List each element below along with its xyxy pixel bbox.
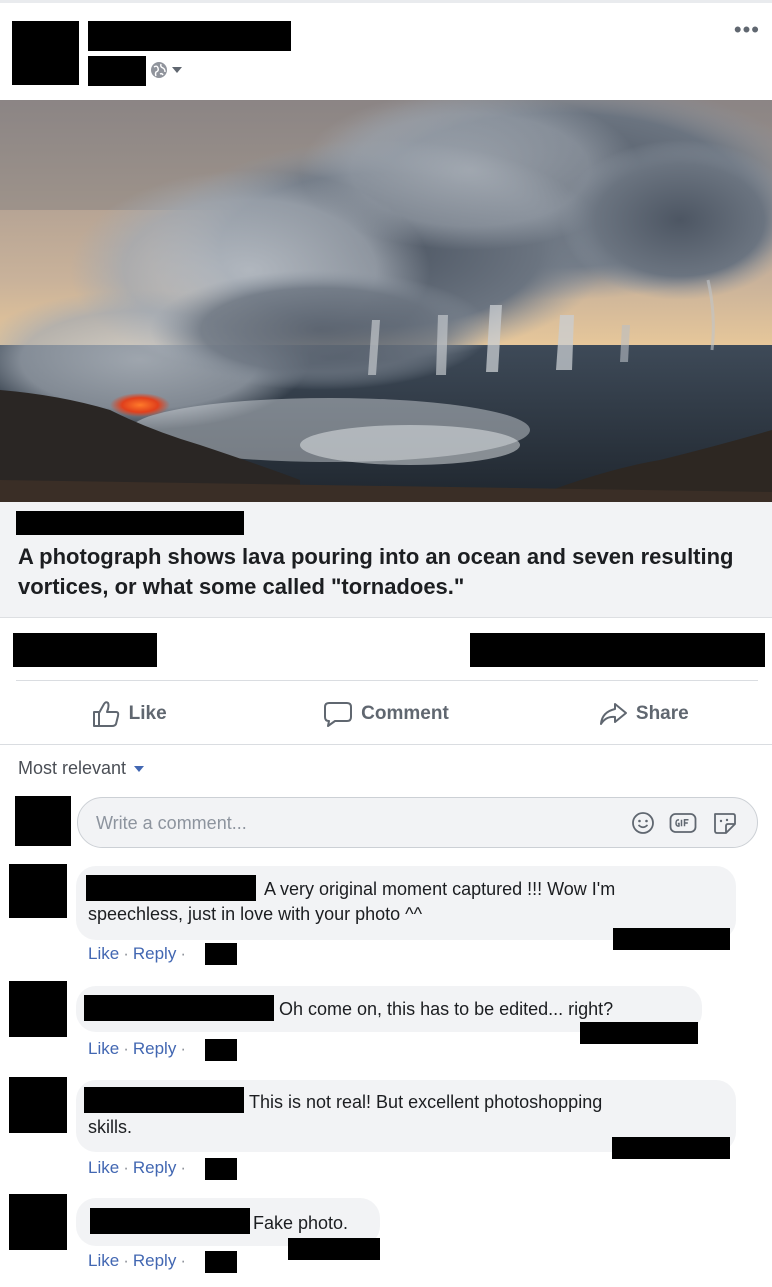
separator-dot: · xyxy=(123,1039,129,1058)
comment-reply-link[interactable]: Reply xyxy=(133,1039,176,1059)
commenter-avatar-redacted[interactable] xyxy=(9,981,67,1037)
lava-ocean-photo xyxy=(0,100,772,502)
like-button[interactable]: Like xyxy=(0,684,257,744)
commenter-avatar-redacted[interactable] xyxy=(9,1077,67,1133)
comment-reply-link[interactable]: Reply xyxy=(133,1251,176,1271)
emoji-icon[interactable] xyxy=(631,811,655,840)
comment-sort-dropdown[interactable]: Most relevant xyxy=(18,758,145,779)
comment-like-link[interactable]: Like xyxy=(88,1158,119,1178)
separator-dot: · xyxy=(180,944,186,963)
comment-text: This is not real! But excellent photosho… xyxy=(249,1092,603,1112)
separator-dot: · xyxy=(180,1039,186,1058)
link-preview[interactable]: A photograph shows lava pouring into an … xyxy=(0,502,772,618)
author-avatar-redacted[interactable] xyxy=(12,21,79,85)
author-name-redacted[interactable] xyxy=(88,21,291,51)
commenter-avatar-redacted[interactable] xyxy=(9,864,67,918)
sticker-icon[interactable] xyxy=(711,811,737,840)
separator-dot: · xyxy=(123,1251,129,1270)
comments-count-redacted[interactable] xyxy=(470,633,765,667)
comment-text: speechless, just in love with your photo… xyxy=(88,904,423,924)
post-time-redacted[interactable] xyxy=(88,56,146,86)
comment-time-redacted[interactable] xyxy=(205,943,237,965)
comment-like-link[interactable]: Like xyxy=(88,944,119,964)
write-comment-box xyxy=(77,797,758,848)
commenter-name-redacted[interactable] xyxy=(90,1208,250,1234)
comment-time-redacted[interactable] xyxy=(205,1251,237,1273)
post-actions: Like Comment Share xyxy=(0,684,772,744)
comment-text: Oh come on, this has to be edited... rig… xyxy=(279,999,614,1019)
like-label: Like xyxy=(128,703,167,724)
post-header: ••• xyxy=(0,0,772,100)
link-source-redacted xyxy=(16,511,244,535)
commenter-name-redacted[interactable] xyxy=(86,875,256,901)
comment-time-redacted[interactable] xyxy=(205,1039,237,1061)
comment-input[interactable] xyxy=(96,810,596,836)
divider xyxy=(0,744,772,745)
privacy-caret-icon xyxy=(171,66,183,74)
thumbs-up-icon xyxy=(91,700,121,728)
current-user-avatar-redacted xyxy=(15,796,71,846)
comment-label: Comment xyxy=(361,703,449,724)
comment-button[interactable]: Comment xyxy=(257,684,514,744)
comment-time-redacted[interactable] xyxy=(205,1158,237,1180)
separator-dot: · xyxy=(180,1158,186,1177)
privacy-selector[interactable] xyxy=(150,61,183,79)
comment-icon xyxy=(323,700,353,728)
comment-actions: Like · Reply · xyxy=(88,944,186,964)
comment-like-link[interactable]: Like xyxy=(88,1039,119,1059)
comment-text: Fake photo. xyxy=(253,1213,349,1233)
divider xyxy=(16,680,758,681)
share-icon xyxy=(598,700,628,728)
comment-text: skills. xyxy=(88,1117,132,1137)
comment-reply-link[interactable]: Reply xyxy=(133,944,176,964)
comment-actions: Like · Reply · xyxy=(88,1158,186,1178)
comment-like-link[interactable]: Like xyxy=(88,1251,119,1271)
sort-label: Most relevant xyxy=(18,758,127,778)
post-photo[interactable] xyxy=(0,100,772,502)
separator-dot: · xyxy=(123,944,129,963)
separator-dot: · xyxy=(180,1251,186,1270)
share-button[interactable]: Share xyxy=(515,684,772,744)
comment-actions: Like · Reply · xyxy=(88,1039,186,1059)
comment-reply-link[interactable]: Reply xyxy=(133,1158,176,1178)
more-options-button[interactable]: ••• xyxy=(734,19,760,41)
commenter-avatar-redacted[interactable] xyxy=(9,1194,67,1250)
share-label: Share xyxy=(635,703,689,724)
reaction-count-redacted[interactable] xyxy=(288,1238,380,1260)
reaction-count-redacted[interactable] xyxy=(612,1137,730,1159)
comment-text: A very original moment captured !!! Wow … xyxy=(264,879,616,899)
commenter-name-redacted[interactable] xyxy=(84,995,274,1021)
globe-icon xyxy=(150,61,168,79)
comment-actions: Like · Reply · xyxy=(88,1251,186,1271)
link-title[interactable]: A photograph shows lava pouring into an … xyxy=(18,542,738,602)
reaction-count-redacted[interactable] xyxy=(580,1022,698,1044)
gif-icon[interactable] xyxy=(669,811,697,840)
reaction-count-redacted[interactable] xyxy=(613,928,730,950)
reactions-summary-redacted[interactable] xyxy=(13,633,157,667)
caret-down-icon xyxy=(134,765,145,772)
separator-dot: · xyxy=(123,1158,129,1177)
commenter-name-redacted[interactable] xyxy=(84,1087,244,1113)
